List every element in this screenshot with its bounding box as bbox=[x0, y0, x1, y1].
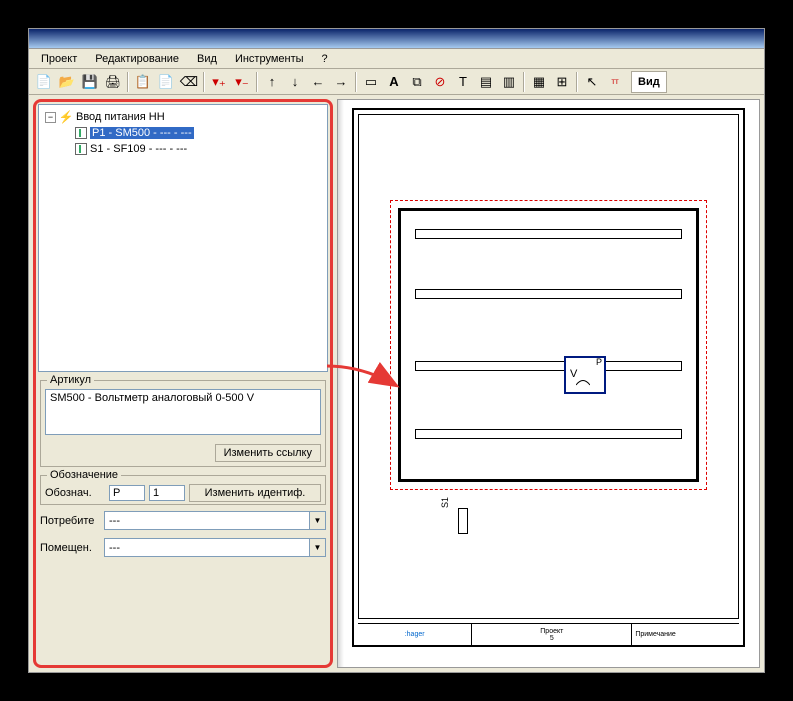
collapse-icon[interactable]: − bbox=[45, 112, 56, 123]
title-bar bbox=[29, 29, 764, 49]
menu-edit[interactable]: Редактирование bbox=[87, 51, 187, 67]
menu-help[interactable]: ? bbox=[314, 51, 336, 67]
article-legend: Артикул bbox=[47, 374, 94, 386]
room-value: --- bbox=[105, 542, 309, 554]
component-p1[interactable]: P V bbox=[564, 356, 606, 394]
separator bbox=[576, 72, 578, 92]
print-icon[interactable]: 🖨 bbox=[102, 71, 124, 93]
rail[interactable] bbox=[415, 289, 682, 299]
designation-group: Обозначение Обознач. Изменить идентиф. bbox=[40, 475, 326, 505]
rail[interactable] bbox=[415, 361, 682, 371]
book-icon[interactable]: ▤ bbox=[475, 71, 497, 93]
separator bbox=[203, 72, 205, 92]
designation-legend: Обозначение bbox=[47, 469, 121, 481]
designation-prefix-input[interactable] bbox=[109, 485, 145, 501]
note-cell: Примечание bbox=[632, 624, 739, 645]
bolt-icon: ⚡ bbox=[59, 110, 73, 124]
main-area: − ⚡ Ввод питания НН P1 - SM500 - --- - -… bbox=[29, 95, 764, 672]
consumer-label: Потребите bbox=[40, 515, 100, 527]
circle-23-icon[interactable]: ⊘ bbox=[429, 71, 451, 93]
arrow-down-icon[interactable]: ↓ bbox=[284, 71, 306, 93]
rail[interactable] bbox=[415, 229, 682, 239]
new-icon[interactable]: 📄 bbox=[33, 71, 55, 93]
tree-item-label: P1 - SM500 - --- - --- bbox=[90, 127, 194, 139]
arrow-left-icon[interactable]: ← bbox=[307, 71, 329, 93]
book2-icon[interactable]: ▥ bbox=[498, 71, 520, 93]
tree-root-node[interactable]: − ⚡ Ввод питания НН bbox=[43, 109, 323, 125]
title-block: :hager Проект 5 Примечание bbox=[358, 623, 739, 645]
cursor-tt-icon[interactable]: тт bbox=[604, 71, 626, 93]
brand-cell: :hager bbox=[358, 624, 472, 645]
article-textarea[interactable]: SM500 - Вольтметр аналоговый 0-500 V bbox=[45, 389, 321, 435]
tree-item-p1[interactable]: P1 - SM500 - --- - --- bbox=[73, 125, 323, 141]
toolbar: 📄 📂 💾 🖨 📋 📄 ⌫ ▾₊ ▾₋ ↑ ↓ ← → ▭ A ⧉ ⊘ T ▤ … bbox=[29, 69, 764, 95]
menu-bar: Проект Редактирование Вид Инструменты ? bbox=[29, 49, 764, 69]
room-row: Помещен. --- ▼ bbox=[40, 538, 326, 557]
chevron-down-icon[interactable]: ▼ bbox=[309, 512, 325, 529]
chevron-down-icon[interactable]: ▼ bbox=[309, 539, 325, 556]
flag-remove-icon[interactable]: ▾₋ bbox=[231, 71, 253, 93]
consumer-row: Потребите --- ▼ bbox=[40, 511, 326, 530]
flag-add-icon[interactable]: ▾₊ bbox=[208, 71, 230, 93]
drawing-frame: P V S1 :hager Проект 5 Примечание bbox=[352, 108, 745, 647]
consumer-combo[interactable]: --- ▼ bbox=[104, 511, 326, 530]
tree-item-s1[interactable]: S1 - SF109 - --- - --- bbox=[73, 141, 323, 157]
erase-icon[interactable]: ⌫ bbox=[178, 71, 200, 93]
separator bbox=[256, 72, 258, 92]
component-icon bbox=[75, 127, 87, 139]
menu-project[interactable]: Проект bbox=[33, 51, 85, 67]
rail[interactable] bbox=[415, 429, 682, 439]
open-icon[interactable]: 📂 bbox=[56, 71, 78, 93]
project-word: Проект bbox=[540, 628, 563, 635]
consumer-value: --- bbox=[105, 515, 309, 527]
room-combo[interactable]: --- ▼ bbox=[104, 538, 326, 557]
designation-label: Обознач. bbox=[45, 487, 105, 499]
separator bbox=[127, 72, 129, 92]
page-icon[interactable]: ▭ bbox=[360, 71, 382, 93]
component-icon bbox=[75, 143, 87, 155]
paste-icon[interactable]: 📄 bbox=[155, 71, 177, 93]
copy-icon[interactable]: 📋 bbox=[132, 71, 154, 93]
separator bbox=[523, 72, 525, 92]
enclosure-box[interactable] bbox=[398, 208, 699, 482]
cursor-icon[interactable]: ↖ bbox=[581, 71, 603, 93]
left-panel: − ⚡ Ввод питания НН P1 - SM500 - --- - -… bbox=[33, 99, 333, 668]
grid-icon[interactable]: ▦ bbox=[528, 71, 550, 93]
table-icon[interactable]: ⊞ bbox=[551, 71, 573, 93]
app-window: Проект Редактирование Вид Инструменты ? … bbox=[28, 28, 765, 673]
save-icon[interactable]: 💾 bbox=[79, 71, 101, 93]
change-link-button[interactable]: Изменить ссылку bbox=[215, 444, 321, 462]
arrow-up-icon[interactable]: ↑ bbox=[261, 71, 283, 93]
arrow-right-icon[interactable]: → bbox=[330, 71, 352, 93]
drawing-canvas[interactable]: P V S1 :hager Проект 5 Примечание bbox=[337, 99, 760, 668]
view-button[interactable]: Вид bbox=[631, 71, 667, 93]
change-id-button[interactable]: Изменить идентиф. bbox=[189, 484, 321, 502]
page-number: 5 bbox=[550, 635, 554, 642]
project-cell: Проект 5 bbox=[472, 624, 632, 645]
article-group: Артикул SM500 - Вольтметр аналоговый 0-5… bbox=[40, 380, 326, 467]
p-label: P bbox=[596, 357, 602, 367]
designation-number-input[interactable] bbox=[149, 485, 185, 501]
menu-tools[interactable]: Инструменты bbox=[227, 51, 312, 67]
room-label: Помещен. bbox=[40, 542, 100, 554]
menu-view[interactable]: Вид bbox=[189, 51, 225, 67]
separator bbox=[355, 72, 357, 92]
text-a-icon[interactable]: A bbox=[383, 71, 405, 93]
meter-arc-icon bbox=[576, 378, 590, 386]
tree-root-label: Ввод питания НН bbox=[76, 111, 165, 123]
text-t-icon[interactable]: T bbox=[452, 71, 474, 93]
shadow bbox=[338, 100, 344, 667]
tree-item-label: S1 - SF109 - --- - --- bbox=[90, 143, 187, 155]
tree-view[interactable]: − ⚡ Ввод питания НН P1 - SM500 - --- - -… bbox=[38, 104, 328, 372]
copy-box-icon[interactable]: ⧉ bbox=[406, 71, 428, 93]
s1-label: S1 bbox=[440, 497, 450, 508]
component-s1[interactable] bbox=[458, 508, 468, 534]
